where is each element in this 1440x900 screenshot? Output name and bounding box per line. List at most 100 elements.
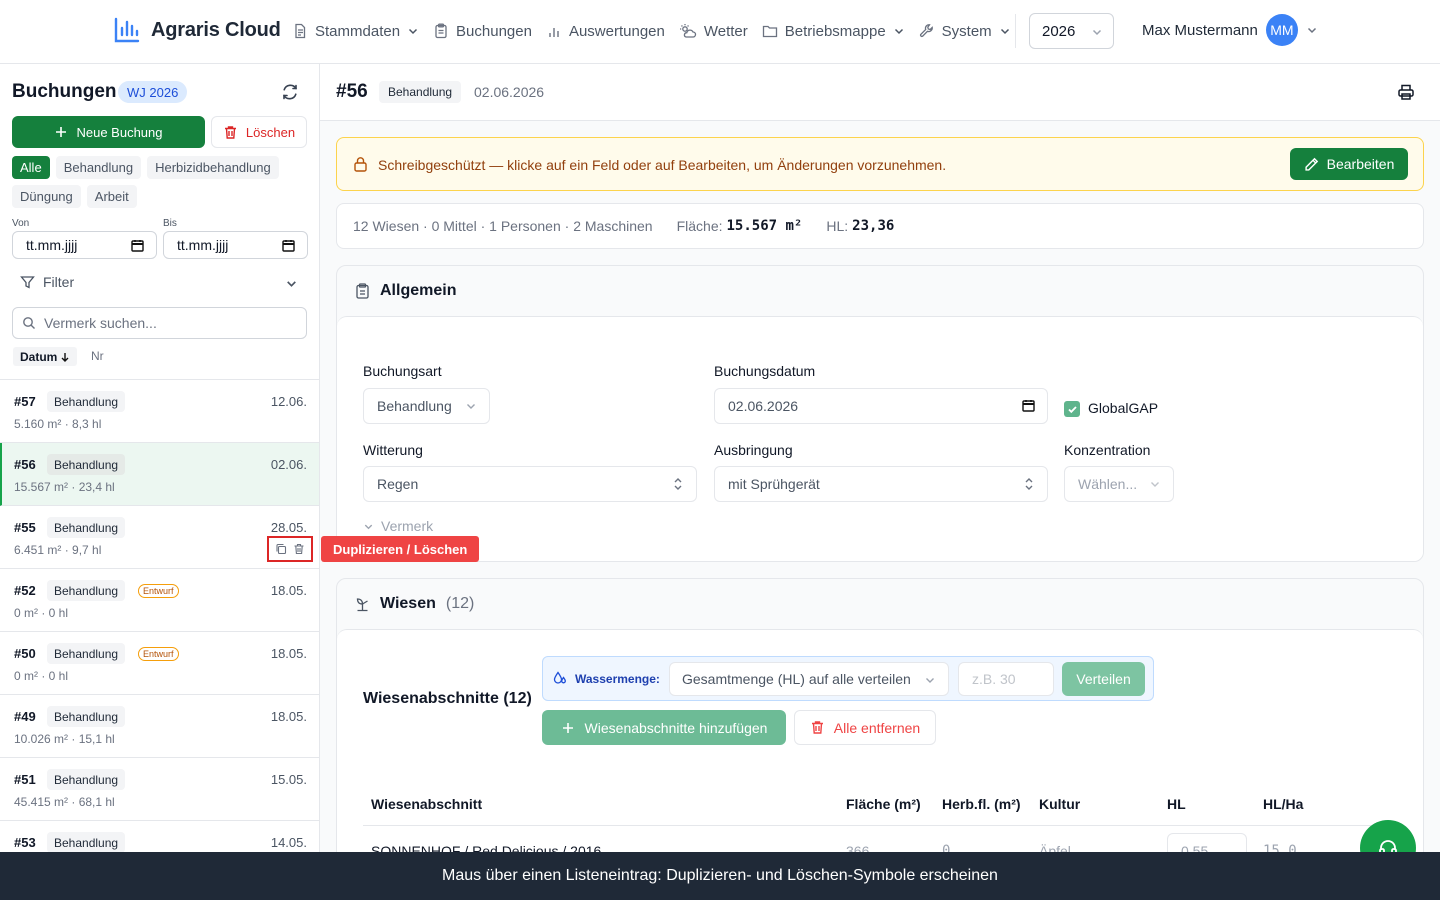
chip-behandlung[interactable]: Behandlung — [55, 156, 142, 179]
delete-button[interactable]: Löschen — [211, 116, 307, 148]
column-header[interactable]: Kultur — [1039, 796, 1080, 812]
from-date-value: tt.mm.jjjj — [26, 237, 78, 253]
note-toggle[interactable]: Vermerk — [363, 518, 433, 534]
note-label: Vermerk — [381, 518, 434, 534]
clipboard-icon — [355, 283, 370, 299]
refresh-icon[interactable] — [281, 83, 299, 101]
sort-by-nr-button[interactable]: Nr — [91, 349, 104, 363]
entry-date: 18.05. — [270, 709, 307, 724]
chip-duengung[interactable]: Düngung — [12, 185, 81, 208]
list-item-hovered[interactable]: #55 Behandlung 28.05. 6.451 m² · 9,7 hl — [0, 506, 319, 569]
edit-button[interactable]: Bearbeiten — [1290, 148, 1408, 180]
table-divider — [363, 825, 1399, 826]
list-item[interactable]: #50 Behandlung Entwurf 18.05. 0 m² · 0 h… — [0, 632, 319, 695]
calendar-icon[interactable] — [1022, 399, 1035, 412]
weather-select[interactable]: Regen — [363, 466, 697, 502]
new-booking-button[interactable]: Neue Buchung — [12, 116, 205, 148]
remove-all-button[interactable]: Alle entfernen — [794, 710, 936, 745]
row-actions-highlight — [267, 536, 313, 562]
column-header[interactable]: Herb.fl. (m²) — [942, 796, 1021, 812]
water-mode-select[interactable]: Gesamtmenge (HL) auf alle verteilen — [669, 662, 949, 696]
entry-number: #57 — [14, 394, 36, 409]
application-label: Ausbringung — [714, 442, 793, 458]
user-name: Max Mustermann — [1142, 21, 1258, 39]
globalgap-label: GlobalGAP — [1088, 400, 1159, 416]
chevron-down-icon — [363, 521, 374, 532]
entry-meta: 45.415 m² · 68,1 hl — [14, 795, 115, 809]
meadows-card-header: Wiesen (12) — [337, 579, 1423, 629]
calendar-icon[interactable] — [131, 239, 144, 252]
column-header[interactable]: HL/Ha — [1263, 796, 1303, 812]
entry-type-badge: Behandlung — [47, 517, 126, 538]
hl-label: HL: — [826, 218, 849, 234]
nav-wetter[interactable]: Wetter — [679, 18, 748, 44]
globalgap-checkbox[interactable] — [1064, 401, 1080, 417]
meadows-title: Wiesen — [380, 595, 436, 612]
wrench-icon — [919, 23, 935, 39]
arrow-down-icon — [60, 352, 70, 362]
entry-meta: 15.567 m² · 23,4 hl — [14, 480, 115, 494]
type-filter-chips: Alle Behandlung Herbizidbehandlung Düngu… — [12, 156, 312, 208]
to-date-value: tt.mm.jjjj — [177, 237, 229, 253]
stats-summary: 12 Wiesen · 0 Mittel · 1 Personen · 2 Ma… — [353, 218, 653, 234]
entry-meta: 0 m² · 0 hl — [14, 669, 69, 683]
entry-type-badge: Behandlung — [47, 769, 126, 790]
booking-date-label: Buchungsdatum — [714, 363, 816, 379]
nav-betriebsmappe[interactable]: Betriebsmappe — [762, 18, 905, 44]
concentration-label: Konzentration — [1064, 442, 1151, 458]
chip-herbizidbehandlung[interactable]: Herbizidbehandlung — [147, 156, 279, 179]
hint-bar: Maus über einen Listeneintrag: Duplizier… — [0, 852, 1440, 900]
chip-arbeit[interactable]: Arbeit — [86, 185, 137, 208]
user-menu[interactable]: Max Mustermann MM — [1142, 14, 1318, 46]
nav-buchungen[interactable]: Buchungen — [433, 18, 532, 44]
column-header[interactable]: Wiesenabschnitt — [371, 796, 482, 812]
trash-icon[interactable] — [293, 543, 305, 555]
water-amount-placeholder: z.B. 30 — [972, 671, 1016, 687]
printer-icon[interactable] — [1397, 83, 1415, 101]
entry-number: #51 — [14, 772, 36, 787]
list-item[interactable]: #49 Behandlung 18.05. 10.026 m² · 15,1 h… — [0, 695, 319, 758]
sidebar-title: Buchungen — [12, 81, 117, 102]
sort-by-date-button[interactable]: Datum — [13, 347, 78, 366]
filter-toggle[interactable]: Filter — [20, 274, 300, 290]
entry-date: 02.06. — [270, 457, 307, 472]
water-label-group: Wassermenge: — [553, 671, 660, 686]
nav-system[interactable]: System — [919, 18, 1011, 44]
logo-bar-chart-icon — [113, 16, 141, 44]
brand[interactable]: Agraris Cloud — [113, 16, 281, 44]
note-search-input[interactable]: Vermerk suchen... — [12, 307, 307, 339]
concentration-select[interactable]: Wählen... — [1064, 466, 1174, 502]
column-header[interactable]: Fläche (m²) — [846, 796, 921, 812]
booking-type-badge: Behandlung — [379, 81, 462, 103]
year-select[interactable]: 2026 — [1029, 13, 1114, 49]
entry-date: 28.05. — [270, 520, 307, 535]
chip-alle[interactable]: Alle — [12, 156, 50, 179]
list-item[interactable]: #57 Behandlung 12.06. 5.160 m² · 8,3 hl — [0, 380, 319, 443]
remove-all-label: Alle entfernen — [833, 719, 921, 736]
list-item[interactable]: #51 Behandlung 15.05. 45.415 m² · 68,1 h… — [0, 758, 319, 821]
nav-auswertungen[interactable]: Auswertungen — [546, 18, 665, 44]
readonly-banner: Schreibgeschützt — klicke auf ein Feld o… — [336, 137, 1424, 191]
add-meadow-sections-button[interactable]: Wiesenabschnitte hinzufügen — [542, 710, 786, 745]
distribute-button[interactable]: Verteilen — [1062, 662, 1145, 696]
booking-date-value: 02.06.2026 — [728, 398, 799, 414]
entry-date: 12.06. — [270, 394, 307, 409]
list-item-selected[interactable]: #56 Behandlung 02.06. 15.567 m² · 23,4 h… — [0, 443, 319, 506]
calendar-icon[interactable] — [282, 239, 295, 252]
booking-type-select[interactable]: Behandlung — [363, 388, 490, 424]
search-icon — [22, 316, 36, 330]
list-item[interactable]: #52 Behandlung Entwurf 18.05. 0 m² · 0 h… — [0, 569, 319, 632]
from-date-input[interactable]: tt.mm.jjjj — [12, 231, 157, 259]
to-date-input[interactable]: tt.mm.jjjj — [163, 231, 308, 259]
nav-stammdaten[interactable]: Stammdaten — [292, 18, 419, 44]
nav-divider — [1015, 14, 1016, 48]
application-select[interactable]: mit Sprühgerät — [714, 466, 1048, 502]
booking-date-input[interactable]: 02.06.2026 — [714, 388, 1048, 424]
add-meadow-label: Wiesenabschnitte hinzufügen — [584, 719, 768, 736]
column-header[interactable]: HL — [1167, 796, 1186, 812]
water-amount-input[interactable]: z.B. 30 — [958, 662, 1054, 696]
chevron-down-icon — [893, 25, 905, 37]
row-actions-tooltip: Duplizieren / Löschen — [321, 536, 480, 562]
general-card: Allgemein Buchungsart Behandlung Buchung… — [336, 265, 1424, 562]
duplicate-icon[interactable] — [275, 543, 287, 555]
